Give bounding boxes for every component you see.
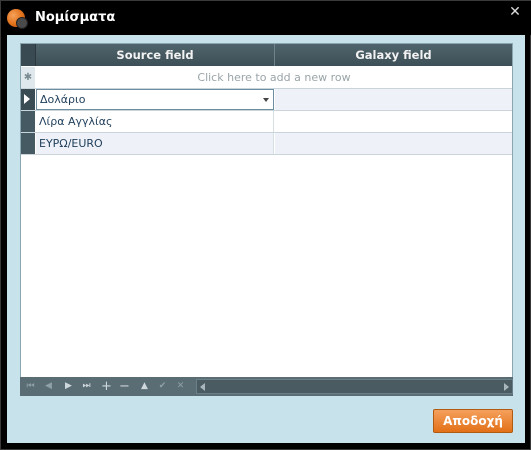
move-up-icon[interactable]: ▲ bbox=[136, 377, 153, 396]
row-indicator bbox=[21, 133, 35, 154]
title-bar: Νομίσματα ✕ bbox=[1, 1, 531, 35]
save-record-icon[interactable]: ✔ bbox=[154, 377, 171, 396]
scroll-left-icon[interactable] bbox=[200, 383, 205, 391]
current-row-indicator bbox=[21, 89, 35, 110]
dialog-window: Νομίσματα ✕ Source field Galaxy field ✱ … bbox=[0, 0, 531, 450]
table-row[interactable]: ΕΥΡΩ/EURO bbox=[21, 133, 512, 155]
app-logo-inner bbox=[16, 17, 28, 29]
first-record-icon[interactable]: ⏮ bbox=[22, 377, 39, 396]
row-pointer-icon bbox=[24, 94, 30, 104]
galaxy-field-cell[interactable] bbox=[275, 89, 512, 110]
column-header-galaxy[interactable]: Galaxy field bbox=[275, 44, 512, 66]
column-header-source[interactable]: Source field bbox=[36, 44, 275, 66]
accept-button[interactable]: Αποδοχή bbox=[433, 409, 513, 433]
new-row[interactable]: ✱ Click here to add a new row bbox=[21, 67, 512, 89]
source-field-dropdown[interactable]: Δολάριο bbox=[36, 89, 274, 110]
scroll-right-icon[interactable] bbox=[504, 383, 509, 391]
add-record-icon[interactable]: + bbox=[98, 377, 115, 396]
galaxy-field-cell[interactable] bbox=[275, 111, 512, 132]
app-logo-icon bbox=[7, 9, 28, 29]
cancel-edit-icon[interactable]: ✕ bbox=[172, 377, 189, 396]
dialog-body: Source field Galaxy field ✱ Click here t… bbox=[7, 35, 525, 443]
dropdown-arrow-icon[interactable] bbox=[263, 98, 269, 102]
window-title: Νομίσματα bbox=[35, 10, 116, 25]
new-row-icon: ✱ bbox=[21, 67, 35, 88]
new-row-text[interactable]: Click here to add a new row bbox=[36, 67, 512, 88]
header-indicator bbox=[21, 44, 36, 66]
grid-navigator: ⏮ ◀ ▶ ⏭ + − ▲ ✔ ✕ bbox=[20, 377, 513, 396]
table-row[interactable]: Δολάριο bbox=[21, 89, 512, 111]
prev-record-icon[interactable]: ◀ bbox=[40, 377, 57, 396]
row-indicator bbox=[21, 111, 35, 132]
galaxy-field-cell[interactable] bbox=[275, 133, 512, 154]
close-icon[interactable]: ✕ bbox=[508, 5, 522, 19]
source-field-cell[interactable]: Λίρα Αγγλίας bbox=[36, 111, 274, 132]
delete-record-icon[interactable]: − bbox=[116, 377, 133, 396]
source-field-value: Δολάριο bbox=[40, 93, 86, 106]
next-record-icon[interactable]: ▶ bbox=[60, 377, 77, 396]
mapping-grid: Source field Galaxy field ✱ Click here t… bbox=[20, 43, 513, 396]
table-row[interactable]: Λίρα Αγγλίας bbox=[21, 111, 512, 133]
horizontal-scrollbar[interactable] bbox=[196, 379, 513, 394]
grid-header: Source field Galaxy field bbox=[21, 44, 512, 66]
source-field-cell[interactable]: ΕΥΡΩ/EURO bbox=[36, 133, 274, 154]
last-record-icon[interactable]: ⏭ bbox=[78, 377, 95, 396]
